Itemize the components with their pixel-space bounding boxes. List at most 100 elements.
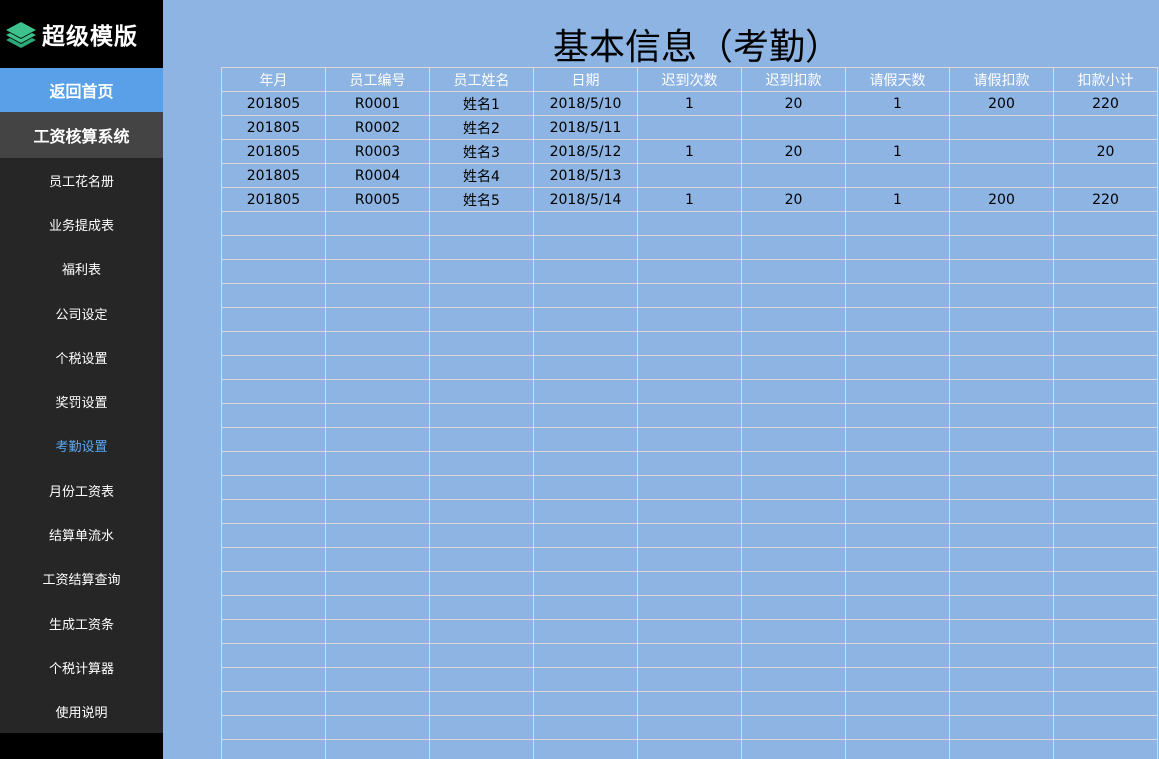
- table-cell[interactable]: 20: [741, 139, 846, 164]
- table-cell[interactable]: [1053, 211, 1158, 236]
- table-cell[interactable]: [325, 283, 430, 308]
- table-cell[interactable]: [221, 667, 326, 692]
- table-cell[interactable]: [429, 667, 534, 692]
- table-cell[interactable]: [325, 235, 430, 260]
- table-cell[interactable]: 220: [1053, 187, 1158, 212]
- table-cell[interactable]: [533, 619, 638, 644]
- table-cell[interactable]: [429, 571, 534, 596]
- table-cell[interactable]: R0003: [325, 139, 430, 164]
- table-cell[interactable]: [845, 595, 950, 620]
- table-cell[interactable]: [429, 259, 534, 284]
- table-cell[interactable]: [429, 739, 534, 759]
- table-cell[interactable]: [845, 355, 950, 380]
- table-cell[interactable]: 2018/5/11: [533, 115, 638, 140]
- table-cell[interactable]: [533, 307, 638, 332]
- table-cell[interactable]: [533, 475, 638, 500]
- table-cell[interactable]: [1053, 451, 1158, 476]
- table-cell[interactable]: [741, 427, 846, 452]
- table-cell[interactable]: 201805: [221, 91, 326, 116]
- table-cell[interactable]: [637, 739, 742, 759]
- table-cell[interactable]: [533, 523, 638, 548]
- column-header[interactable]: 迟到扣款: [741, 67, 846, 92]
- table-cell[interactable]: [845, 643, 950, 668]
- table-cell[interactable]: [221, 499, 326, 524]
- table-cell[interactable]: [741, 235, 846, 260]
- table-cell[interactable]: [845, 115, 950, 140]
- table-cell[interactable]: [741, 283, 846, 308]
- table-cell[interactable]: [325, 571, 430, 596]
- table-cell[interactable]: [1053, 619, 1158, 644]
- table-cell[interactable]: [741, 379, 846, 404]
- table-cell[interactable]: [221, 715, 326, 740]
- table-cell[interactable]: [533, 715, 638, 740]
- table-cell[interactable]: [1053, 379, 1158, 404]
- table-cell[interactable]: [1053, 115, 1158, 140]
- table-cell[interactable]: [949, 115, 1054, 140]
- table-cell[interactable]: [949, 739, 1054, 759]
- table-cell[interactable]: [637, 451, 742, 476]
- table-cell[interactable]: [533, 283, 638, 308]
- table-cell[interactable]: 姓名1: [429, 91, 534, 116]
- table-cell[interactable]: [637, 235, 742, 260]
- table-cell[interactable]: 201805: [221, 139, 326, 164]
- table-cell[interactable]: [637, 667, 742, 692]
- sidebar-item-7[interactable]: 考勤设置: [0, 424, 163, 468]
- table-cell[interactable]: [949, 211, 1054, 236]
- table-cell[interactable]: [637, 115, 742, 140]
- table-cell[interactable]: [741, 739, 846, 759]
- table-cell[interactable]: [741, 619, 846, 644]
- table-cell[interactable]: [1053, 475, 1158, 500]
- table-cell[interactable]: [637, 691, 742, 716]
- sidebar-item-13[interactable]: 使用说明: [0, 690, 163, 734]
- table-cell[interactable]: [741, 211, 846, 236]
- table-cell[interactable]: [221, 283, 326, 308]
- table-cell[interactable]: [325, 427, 430, 452]
- table-cell[interactable]: [741, 115, 846, 140]
- table-cell[interactable]: [325, 307, 430, 332]
- table-cell[interactable]: [221, 619, 326, 644]
- table-cell[interactable]: [429, 379, 534, 404]
- table-cell[interactable]: [845, 475, 950, 500]
- table-cell[interactable]: [949, 691, 1054, 716]
- table-cell[interactable]: [845, 283, 950, 308]
- table-cell[interactable]: [533, 331, 638, 356]
- sidebar-item-4[interactable]: 公司设定: [0, 291, 163, 335]
- table-cell[interactable]: [845, 427, 950, 452]
- table-cell[interactable]: [637, 403, 742, 428]
- table-cell[interactable]: [429, 643, 534, 668]
- table-cell[interactable]: [533, 235, 638, 260]
- table-cell[interactable]: [949, 619, 1054, 644]
- table-cell[interactable]: [325, 499, 430, 524]
- table-cell[interactable]: R0005: [325, 187, 430, 212]
- table-cell[interactable]: [221, 475, 326, 500]
- column-header[interactable]: 请假天数: [845, 67, 950, 92]
- table-cell[interactable]: [1053, 691, 1158, 716]
- column-header[interactable]: 员工编号: [325, 67, 430, 92]
- sidebar-item-5[interactable]: 个税设置: [0, 335, 163, 379]
- table-cell[interactable]: [741, 667, 846, 692]
- table-cell[interactable]: [949, 475, 1054, 500]
- table-cell[interactable]: [533, 259, 638, 284]
- table-cell[interactable]: [1053, 235, 1158, 260]
- table-cell[interactable]: 201805: [221, 115, 326, 140]
- table-cell[interactable]: [637, 355, 742, 380]
- table-cell[interactable]: [325, 211, 430, 236]
- table-cell[interactable]: [949, 571, 1054, 596]
- sidebar-item-12[interactable]: 个税计算器: [0, 645, 163, 689]
- table-cell[interactable]: 200: [949, 187, 1054, 212]
- table-cell[interactable]: [533, 667, 638, 692]
- table-cell[interactable]: [741, 643, 846, 668]
- table-cell[interactable]: [533, 379, 638, 404]
- table-cell[interactable]: 20: [741, 187, 846, 212]
- table-cell[interactable]: 20: [1053, 139, 1158, 164]
- table-cell[interactable]: [741, 163, 846, 188]
- table-cell[interactable]: [221, 571, 326, 596]
- table-cell[interactable]: 2018/5/13: [533, 163, 638, 188]
- table-cell[interactable]: [845, 619, 950, 644]
- sidebar-item-9[interactable]: 结算单流水: [0, 512, 163, 556]
- table-cell[interactable]: [949, 451, 1054, 476]
- table-cell[interactable]: [221, 427, 326, 452]
- table-cell[interactable]: [637, 427, 742, 452]
- table-cell[interactable]: [221, 403, 326, 428]
- table-cell[interactable]: [1053, 523, 1158, 548]
